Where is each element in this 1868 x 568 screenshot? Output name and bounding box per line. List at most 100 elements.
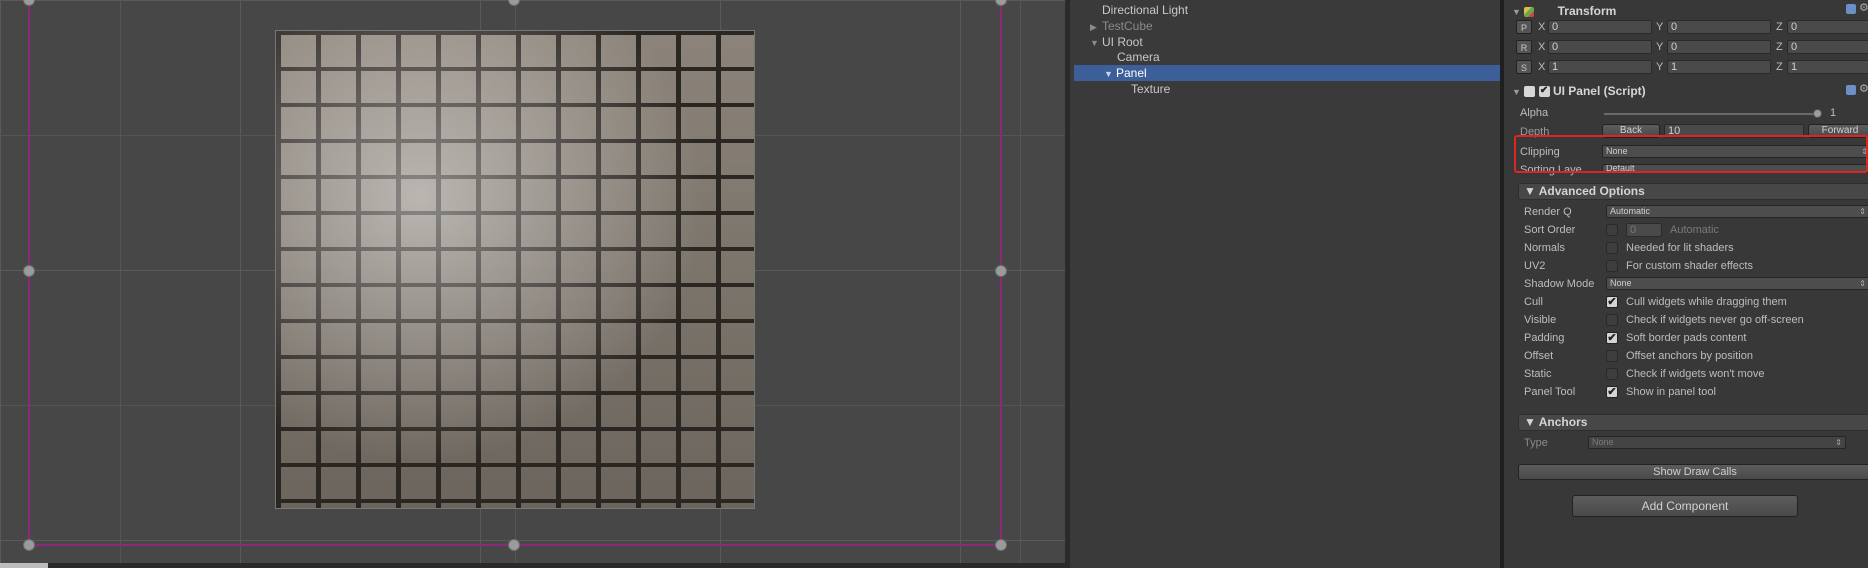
axis-y-label: Y — [1656, 21, 1664, 33]
scene-footer-tab[interactable] — [0, 563, 48, 568]
alpha-slider-thumb[interactable] — [1813, 109, 1822, 118]
expand-arrow-icon[interactable]: ▶ — [1090, 19, 1102, 35]
anchor-type-label: Type — [1524, 437, 1548, 449]
ui-panel-header[interactable]: ▼ ✔ UI Panel (Script) — [1512, 82, 1646, 100]
sort-order-label: Sort Order — [1524, 224, 1576, 236]
hierarchy-item-camera[interactable]: Camera — [1117, 49, 1160, 65]
padding-text: Soft border pads content — [1626, 332, 1747, 344]
panel-handle-bottom-right[interactable] — [995, 539, 1007, 551]
advanced-options-header[interactable]: ▼ Advanced Options — [1518, 183, 1868, 200]
hierarchy-item-label: Directional Light — [1102, 3, 1189, 17]
render-q-value: Automatic — [1610, 206, 1651, 216]
rotation-reset-button[interactable]: R — [1516, 40, 1532, 54]
static-checkbox[interactable] — [1606, 368, 1618, 380]
foldout-arrow-icon[interactable]: ▼ — [1512, 7, 1521, 17]
rotation-z-field[interactable]: 0 — [1787, 40, 1868, 54]
padding-checkbox[interactable]: ✔ — [1606, 332, 1618, 344]
anchors-header[interactable]: ▼ Anchors — [1518, 414, 1868, 431]
alpha-slider-track[interactable] — [1604, 113, 1819, 115]
normals-checkbox[interactable] — [1606, 242, 1618, 254]
visible-text: Check if widgets never go off-screen — [1626, 314, 1804, 326]
collapse-arrow-icon[interactable]: ▼ — [1090, 35, 1102, 51]
offset-text: Offset anchors by position — [1626, 350, 1753, 362]
render-q-label: Render Q — [1524, 206, 1572, 218]
position-y-field[interactable]: 0 — [1667, 20, 1771, 34]
hierarchy-item-label: TestCube — [1102, 19, 1153, 33]
position-z-field[interactable]: 0 — [1787, 20, 1868, 34]
hierarchy-item-label: Panel — [1116, 66, 1147, 80]
uv2-label: UV2 — [1524, 260, 1546, 272]
help-icon[interactable] — [1846, 4, 1856, 14]
clipping-highlight-box — [1514, 135, 1868, 173]
scale-reset-button[interactable]: S — [1516, 60, 1532, 74]
position-reset-button[interactable]: P — [1516, 20, 1532, 34]
cull-checkbox[interactable]: ✔ — [1606, 296, 1618, 308]
inspector-panel: ▼ Transform ⚙ P X 0 Y 0 Z 0 R X 0 Y 0 Z … — [1500, 0, 1868, 568]
panel-handle-mid-right[interactable] — [995, 265, 1007, 277]
show-draw-calls-button[interactable]: Show Draw Calls — [1518, 464, 1868, 480]
normals-label: Normals — [1524, 242, 1565, 254]
padding-label: Padding — [1524, 332, 1565, 344]
rotation-y-field[interactable]: 0 — [1667, 40, 1771, 54]
position-x-field[interactable]: 0 — [1548, 20, 1652, 34]
transform-header[interactable]: ▼ Transform — [1512, 2, 1616, 20]
component-enabled-checkbox[interactable]: ✔ — [1538, 86, 1550, 98]
help-icon[interactable] — [1846, 85, 1856, 95]
panel-handle-bottom-mid[interactable] — [508, 539, 520, 551]
transform-title: Transform — [1557, 4, 1617, 18]
hierarchy-item-label: UI Root — [1102, 35, 1143, 49]
render-q-dropdown[interactable]: Automatic ⇕ — [1606, 205, 1868, 218]
collapse-arrow-icon[interactable]: ▼ — [1104, 66, 1116, 82]
offset-label: Offset — [1524, 350, 1554, 362]
panel-handle-bottom-left[interactable] — [23, 539, 35, 551]
panel-handle-mid-left[interactable] — [23, 265, 35, 277]
anchor-type-value: None — [1592, 437, 1614, 447]
gear-icon[interactable]: ⚙ — [1859, 82, 1868, 95]
sort-order-hint: Automatic — [1670, 224, 1719, 236]
hierarchy-item-ui-root[interactable]: ▼ UI Root — [1090, 34, 1143, 50]
visible-label: Visible — [1524, 314, 1557, 326]
panel-tool-checkbox[interactable]: ✔ — [1606, 386, 1618, 398]
dropdown-arrow-icon: ⇕ — [1835, 438, 1842, 447]
static-text: Check if widgets won't move — [1626, 368, 1765, 380]
anchor-type-dropdown[interactable]: None ⇕ — [1588, 436, 1846, 449]
static-label: Static — [1524, 368, 1552, 380]
ui-panel-title: UI Panel (Script) — [1552, 84, 1646, 98]
cull-label: Cull — [1524, 296, 1543, 308]
axis-z-label: Z — [1776, 41, 1783, 53]
sort-order-checkbox[interactable] — [1606, 224, 1618, 236]
dropdown-arrow-icon: ⇕ — [1859, 279, 1866, 288]
offset-checkbox[interactable] — [1606, 350, 1618, 362]
scale-y-field[interactable]: 1 — [1667, 60, 1771, 74]
scene-view[interactable] — [0, 0, 1065, 563]
script-icon — [1524, 86, 1536, 98]
sort-order-field[interactable]: 0 — [1626, 223, 1662, 237]
hierarchy-panel: Directional Light ▶ TestCube ▼ UI Root Cam… — [1066, 0, 1504, 568]
axis-y-label: Y — [1656, 41, 1664, 53]
gear-icon[interactable]: ⚙ — [1859, 1, 1868, 14]
shadow-mode-dropdown[interactable]: None ⇕ — [1606, 277, 1868, 290]
uv2-checkbox[interactable] — [1606, 260, 1618, 272]
hierarchy-item-testcube[interactable]: ▶ TestCube — [1090, 18, 1153, 34]
axis-z-label: Z — [1776, 61, 1783, 73]
axis-z-label: Z — [1776, 21, 1783, 33]
hierarchy-item-texture[interactable]: Texture — [1131, 81, 1170, 97]
axis-x-label: X — [1538, 61, 1546, 73]
add-component-button[interactable]: Add Component — [1572, 495, 1798, 517]
shadow-mode-value: None — [1610, 278, 1632, 288]
foldout-arrow-icon[interactable]: ▼ — [1512, 87, 1521, 97]
uv2-text: For custom shader effects — [1626, 260, 1753, 272]
scale-z-field[interactable]: 1 — [1787, 60, 1868, 74]
panel-tool-text: Show in panel tool — [1626, 386, 1716, 398]
visible-checkbox[interactable] — [1606, 314, 1618, 326]
hierarchy-item-panel[interactable]: ▼ Panel — [1104, 65, 1147, 81]
panel-bounds-outline — [28, 0, 1002, 546]
dropdown-arrow-icon: ⇕ — [1859, 207, 1866, 216]
transform-axes-icon — [1524, 6, 1535, 17]
alpha-value[interactable]: 1 — [1830, 106, 1836, 120]
alpha-label: Alpha — [1520, 107, 1549, 119]
scale-x-field[interactable]: 1 — [1548, 60, 1652, 74]
rotation-x-field[interactable]: 0 — [1548, 40, 1652, 54]
hierarchy-item-directional-light[interactable]: Directional Light — [1102, 2, 1188, 18]
normals-text: Needed for lit shaders — [1626, 242, 1734, 254]
